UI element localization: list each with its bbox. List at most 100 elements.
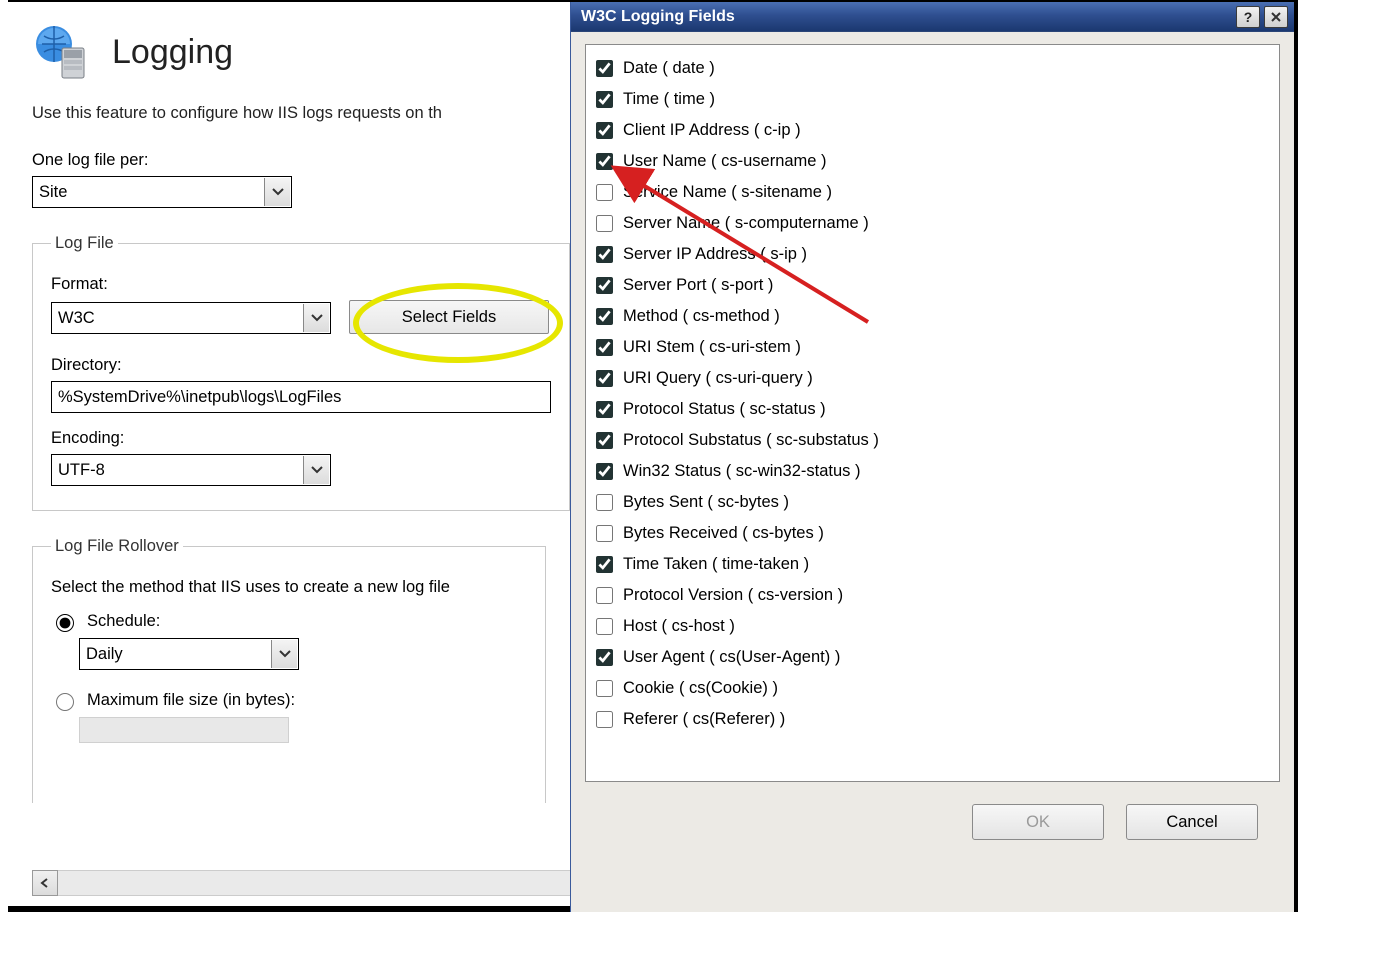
field-item[interactable]: Method ( cs-method ) bbox=[596, 301, 1269, 332]
field-item[interactable]: Server Name ( s-computername ) bbox=[596, 208, 1269, 239]
field-label: Server Name ( s-computername ) bbox=[623, 214, 869, 233]
field-item[interactable]: Time Taken ( time-taken ) bbox=[596, 549, 1269, 580]
field-checkbox[interactable] bbox=[596, 432, 613, 449]
logging-icon bbox=[32, 20, 96, 84]
horizontal-scrollbar[interactable] bbox=[32, 870, 570, 896]
field-label: URI Stem ( cs-uri-stem ) bbox=[623, 338, 801, 357]
field-checkbox[interactable] bbox=[596, 153, 613, 170]
schedule-select[interactable]: Daily bbox=[79, 638, 299, 670]
field-item[interactable]: URI Query ( cs-uri-query ) bbox=[596, 363, 1269, 394]
field-checkbox[interactable] bbox=[596, 246, 613, 263]
field-item[interactable]: URI Stem ( cs-uri-stem ) bbox=[596, 332, 1269, 363]
chevron-down-icon[interactable] bbox=[271, 640, 297, 668]
field-checkbox[interactable] bbox=[596, 277, 613, 294]
field-checkbox[interactable] bbox=[596, 91, 613, 108]
field-item[interactable]: Protocol Substatus ( sc-substatus ) bbox=[596, 425, 1269, 456]
one-log-file-per-select[interactable]: Site bbox=[32, 176, 292, 208]
max-file-size-input bbox=[79, 717, 289, 743]
format-value: W3C bbox=[58, 309, 95, 328]
dialog-titlebar: W3C Logging Fields ? bbox=[571, 2, 1294, 32]
field-item[interactable]: Bytes Sent ( sc-bytes ) bbox=[596, 487, 1269, 518]
scroll-track[interactable] bbox=[58, 870, 570, 896]
schedule-label: Schedule: bbox=[87, 612, 160, 631]
field-item[interactable]: Win32 Status ( sc-win32-status ) bbox=[596, 456, 1269, 487]
ok-button[interactable]: OK bbox=[972, 804, 1104, 840]
field-label: Win32 Status ( sc-win32-status ) bbox=[623, 462, 861, 481]
page-title: Logging bbox=[112, 33, 233, 72]
field-checkbox[interactable] bbox=[596, 680, 613, 697]
log-file-legend: Log File bbox=[51, 234, 118, 253]
field-checkbox[interactable] bbox=[596, 525, 613, 542]
field-label: User Name ( cs-username ) bbox=[623, 152, 827, 171]
field-item[interactable]: Bytes Received ( cs-bytes ) bbox=[596, 518, 1269, 549]
field-label: Time Taken ( time-taken ) bbox=[623, 555, 809, 574]
field-checkbox[interactable] bbox=[596, 215, 613, 232]
fields-listbox[interactable]: Date ( date ) Time ( time ) Client IP Addr… bbox=[585, 44, 1280, 782]
field-checkbox[interactable] bbox=[596, 618, 613, 635]
directory-input[interactable]: %SystemDrive%\inetpub\logs\LogFiles bbox=[51, 381, 551, 413]
field-checkbox[interactable] bbox=[596, 60, 613, 77]
field-label: Protocol Status ( sc-status ) bbox=[623, 400, 826, 419]
chevron-down-icon[interactable] bbox=[264, 178, 290, 206]
one-log-file-per-value: Site bbox=[39, 183, 67, 202]
select-fields-button[interactable]: Select Fields bbox=[349, 300, 549, 334]
field-item[interactable]: Time ( time ) bbox=[596, 84, 1269, 115]
field-checkbox[interactable] bbox=[596, 122, 613, 139]
field-label: Time ( time ) bbox=[623, 90, 715, 109]
max-file-size-radio[interactable] bbox=[56, 693, 74, 711]
chevron-down-icon[interactable] bbox=[303, 456, 329, 484]
field-label: Cookie ( cs(Cookie) ) bbox=[623, 679, 778, 698]
format-select[interactable]: W3C bbox=[51, 302, 331, 334]
field-item[interactable]: Service Name ( s-sitename ) bbox=[596, 177, 1269, 208]
one-log-file-per-label: One log file per: bbox=[32, 151, 546, 170]
log-file-rollover-group: Log File Rollover Select the method that… bbox=[32, 537, 546, 803]
field-label: Server IP Address ( s-ip ) bbox=[623, 245, 807, 264]
field-item[interactable]: Cookie ( cs(Cookie) ) bbox=[596, 673, 1269, 704]
encoding-select[interactable]: UTF-8 bbox=[51, 454, 331, 486]
dialog-title: W3C Logging Fields bbox=[581, 8, 735, 26]
field-item[interactable]: User Agent ( cs(User-Agent) ) bbox=[596, 642, 1269, 673]
chevron-down-icon[interactable] bbox=[303, 304, 329, 332]
w3c-logging-fields-dialog: W3C Logging Fields ? Date ( date ) Time (… bbox=[570, 2, 1294, 912]
field-item[interactable]: Referer ( cs(Referer) ) bbox=[596, 704, 1269, 735]
field-checkbox[interactable] bbox=[596, 401, 613, 418]
field-checkbox[interactable] bbox=[596, 711, 613, 728]
field-item[interactable]: Date ( date ) bbox=[596, 53, 1269, 84]
field-label: Service Name ( s-sitename ) bbox=[623, 183, 832, 202]
format-label: Format: bbox=[51, 275, 551, 294]
rollover-description: Select the method that IIS uses to creat… bbox=[51, 578, 527, 597]
field-item[interactable]: Client IP Address ( c-ip ) bbox=[596, 115, 1269, 146]
field-checkbox[interactable] bbox=[596, 339, 613, 356]
field-label: Date ( date ) bbox=[623, 59, 715, 78]
directory-label: Directory: bbox=[51, 356, 551, 375]
field-label: Protocol Substatus ( sc-substatus ) bbox=[623, 431, 879, 450]
field-item[interactable]: User Name ( cs-username ) bbox=[596, 146, 1269, 177]
close-button[interactable] bbox=[1264, 6, 1288, 28]
field-checkbox[interactable] bbox=[596, 494, 613, 511]
field-checkbox[interactable] bbox=[596, 184, 613, 201]
cancel-button[interactable]: Cancel bbox=[1126, 804, 1258, 840]
field-item[interactable]: Host ( cs-host ) bbox=[596, 611, 1269, 642]
field-item[interactable]: Server IP Address ( s-ip ) bbox=[596, 239, 1269, 270]
field-checkbox[interactable] bbox=[596, 587, 613, 604]
field-label: Method ( cs-method ) bbox=[623, 307, 780, 326]
schedule-radio[interactable] bbox=[56, 614, 74, 632]
page-description: Use this feature to configure how IIS lo… bbox=[32, 104, 546, 123]
field-label: Server Port ( s-port ) bbox=[623, 276, 773, 295]
rollover-legend: Log File Rollover bbox=[51, 537, 183, 556]
field-checkbox[interactable] bbox=[596, 370, 613, 387]
field-checkbox[interactable] bbox=[596, 463, 613, 480]
scroll-left-icon[interactable] bbox=[32, 870, 58, 896]
directory-value: %SystemDrive%\inetpub\logs\LogFiles bbox=[58, 388, 341, 407]
field-item[interactable]: Server Port ( s-port ) bbox=[596, 270, 1269, 301]
field-label: Client IP Address ( c-ip ) bbox=[623, 121, 801, 140]
field-checkbox[interactable] bbox=[596, 308, 613, 325]
field-item[interactable]: Protocol Version ( cs-version ) bbox=[596, 580, 1269, 611]
field-checkbox[interactable] bbox=[596, 556, 613, 573]
field-label: User Agent ( cs(User-Agent) ) bbox=[623, 648, 840, 667]
field-item[interactable]: Protocol Status ( sc-status ) bbox=[596, 394, 1269, 425]
field-checkbox[interactable] bbox=[596, 649, 613, 666]
field-label: Protocol Version ( cs-version ) bbox=[623, 586, 843, 605]
logging-panel: Logging Use this feature to configure ho… bbox=[8, 2, 570, 906]
help-button[interactable]: ? bbox=[1236, 6, 1260, 28]
